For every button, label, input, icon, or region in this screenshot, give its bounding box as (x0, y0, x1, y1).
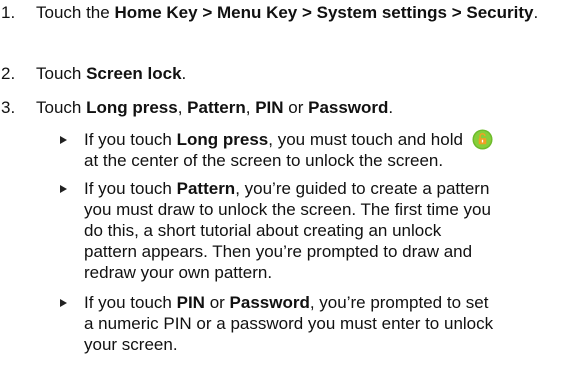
long-press-term: Long press (176, 130, 269, 149)
unlock-icon (472, 129, 493, 150)
menu-path: Home Key > Menu Key > System settings > … (114, 3, 534, 22)
pattern-term: Pattern (176, 179, 236, 198)
bullet-line: , you’re guided to create a pattern (235, 179, 490, 198)
step-number: 3. (1, 98, 16, 117)
step-text-suffix: . (181, 64, 187, 83)
step-text: Touch Screen lock. (36, 63, 576, 84)
bullet-prefix: If you touch (84, 293, 177, 312)
bullet-line: redraw your own pattern. (84, 263, 273, 282)
option-pattern: Pattern (187, 98, 246, 117)
separator: , (245, 98, 256, 117)
bullet-prefix: If you touch (84, 130, 177, 149)
bullet-text: If you touch Pattern, you’re guided to c… (84, 178, 576, 283)
option-long-press: Long press (86, 98, 178, 117)
bullet-text-part: or (204, 293, 230, 312)
bullet-line: pattern appears. Then you’re prompted to… (84, 242, 473, 261)
bullet-text: If you touch PIN or Password, you’re pro… (84, 292, 576, 355)
bullet-line: , you’re prompted to set (309, 293, 489, 312)
bullet-marker (60, 136, 67, 144)
bullet-line: your screen. (84, 335, 178, 354)
option-password: Password (308, 98, 389, 117)
step-number: 2. (1, 64, 16, 83)
step-text-suffix: . (388, 98, 394, 117)
step-text-prefix: Touch the (36, 3, 115, 22)
bullet-marker (60, 299, 67, 307)
step-text: Touch Long press, Pattern, PIN or Passwo… (36, 97, 576, 118)
password-term: Password (229, 293, 310, 312)
option-pin: PIN (255, 98, 284, 117)
separator: or (283, 98, 309, 117)
bullet-line: do this, a short tutorial about creating… (84, 221, 442, 240)
screen-lock-term: Screen lock (86, 64, 182, 83)
bullet-text: If you touch Long press, you must touch … (84, 129, 576, 171)
step-number: 1. (1, 3, 16, 22)
step-text-suffix: . (533, 3, 539, 22)
bullet-marker (60, 185, 67, 193)
pin-term: PIN (176, 293, 205, 312)
bullet-line: a numeric PIN or a password you must ent… (84, 314, 494, 333)
step-text-prefix: Touch (36, 98, 87, 117)
bullet-line: you must draw to unlock the screen. The … (84, 200, 491, 219)
bullet-text-part: at the center of the screen to unlock th… (84, 151, 444, 170)
separator: , (177, 98, 188, 117)
step-text: Touch the Home Key > Menu Key > System s… (36, 2, 576, 23)
step-text-prefix: Touch (36, 64, 87, 83)
bullet-prefix: If you touch (84, 179, 177, 198)
instruction-document: 1. Touch the Home Key > Menu Key > Syste… (0, 0, 583, 376)
bullet-text-part: , you must touch and hold (268, 130, 463, 149)
